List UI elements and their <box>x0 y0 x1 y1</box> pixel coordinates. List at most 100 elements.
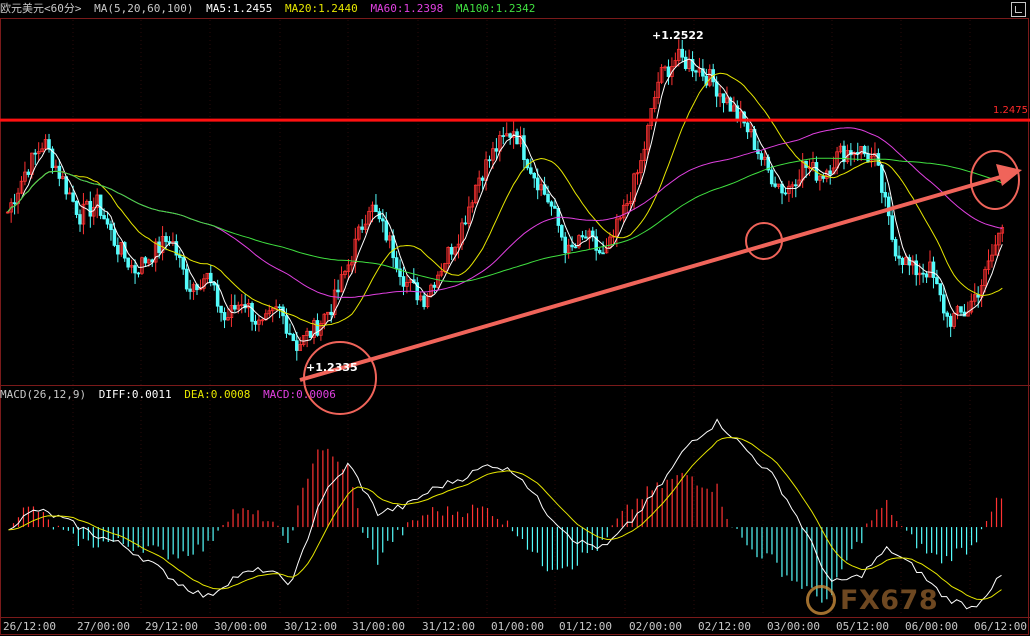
candle-body <box>360 226 364 230</box>
candle-body <box>143 257 148 264</box>
candle-body <box>291 333 296 342</box>
ma20-value: MA20:1.2440 <box>284 2 358 15</box>
candle-body <box>508 133 512 138</box>
candle-body <box>98 194 103 216</box>
candle-body <box>222 312 227 321</box>
candle-body <box>391 235 395 259</box>
candle-body <box>463 222 468 225</box>
candle-body <box>880 164 884 193</box>
candle-body <box>931 261 936 278</box>
candle-body <box>549 201 554 207</box>
macd-params-label: MACD(26,12,9) <box>0 388 87 401</box>
x-tick-5: 31/00:00 <box>352 620 405 633</box>
chart-canvas <box>0 18 1030 635</box>
candle-body <box>449 247 454 255</box>
candle-body <box>188 288 192 292</box>
diff-value: DIFF:0.0011 <box>98 388 172 401</box>
fx678-watermark: FX678 <box>806 583 938 617</box>
candle-body <box>563 236 568 254</box>
candle-body <box>683 56 688 69</box>
candle-body <box>900 257 905 265</box>
ma5-value: MA5:1.2455 <box>206 2 273 15</box>
high-price-label: +1.2522 <box>652 29 704 42</box>
candle-body <box>794 184 798 187</box>
candle-body <box>384 220 389 241</box>
candle-body <box>329 311 333 315</box>
candle-body <box>394 257 399 270</box>
candle-body <box>105 218 110 225</box>
candle-body <box>184 268 189 290</box>
candle-body <box>897 255 901 259</box>
candle-body <box>828 170 832 175</box>
candle-body <box>480 177 485 181</box>
candle-body <box>88 200 93 217</box>
candle-body <box>759 153 764 160</box>
resistance-level-label: 1.2475 <box>993 105 1028 116</box>
candle-body <box>941 294 946 314</box>
candle-body <box>109 223 113 231</box>
candle-body <box>580 235 585 238</box>
x-tick-13: 06/00:00 <box>905 620 958 633</box>
dea-value: DEA:0.0008 <box>184 388 251 401</box>
candle-body <box>883 192 888 198</box>
x-tick-12: 05/12:00 <box>836 620 889 633</box>
candle-body <box>126 257 130 268</box>
candle-body <box>959 306 963 313</box>
candle-body <box>515 131 519 145</box>
candle-body <box>570 244 574 248</box>
x-tick-3: 30/00:00 <box>214 620 267 633</box>
candle-body <box>250 302 254 322</box>
candle-body <box>116 245 120 255</box>
restore-window-icon[interactable] <box>1011 2 1026 17</box>
candle-body <box>133 265 137 274</box>
candle-body <box>277 306 282 309</box>
symbol-label[interactable]: 欧元美元<60分> <box>0 2 82 15</box>
candle-body <box>288 332 292 335</box>
diff-line <box>8 418 1002 610</box>
ma60-value: MA60:1.2398 <box>370 2 444 15</box>
candle-body <box>219 305 223 313</box>
low-price-label: +1.2335 <box>306 361 358 374</box>
ma-params-label: MA(5,20,60,100) <box>94 2 194 15</box>
candle-body <box>680 48 685 58</box>
candle-body <box>945 312 949 317</box>
candle-body <box>714 81 719 97</box>
candle-body <box>601 252 605 255</box>
dea-line <box>8 437 1002 601</box>
candle-body <box>773 183 777 187</box>
candle-body <box>33 152 38 155</box>
candle-body <box>886 196 891 217</box>
candle-body <box>532 172 537 179</box>
candle-body <box>432 284 437 288</box>
candle-body <box>233 305 237 310</box>
candle-body <box>666 66 671 77</box>
ma100-value: MA100:1.2342 <box>455 2 536 15</box>
candle-body <box>381 218 385 222</box>
candle-body <box>529 167 533 174</box>
candle-body <box>102 215 106 220</box>
candle-body <box>401 276 406 287</box>
macd-value: MACD:0.0006 <box>263 388 336 401</box>
candle-body <box>584 236 588 239</box>
candle-body <box>295 340 299 351</box>
watermark-text: FX678 <box>840 584 939 616</box>
macd-header: MACD(26,12,9) DIFF:0.0011 DEA:0.0008 MAC… <box>0 386 342 404</box>
candle-body <box>112 229 117 246</box>
candle-body <box>893 239 898 257</box>
candle-body <box>494 148 499 152</box>
candle-body <box>315 320 320 336</box>
candle-body <box>501 135 506 137</box>
candle-body <box>769 169 774 185</box>
x-tick-1: 27/00:00 <box>77 620 130 633</box>
candle-body <box>921 272 925 275</box>
candle-body <box>374 204 378 213</box>
x-tick-11: 03/00:00 <box>767 620 820 633</box>
candle-body <box>74 200 79 215</box>
candle-body <box>57 165 62 179</box>
candle-body <box>546 193 550 203</box>
candle-body <box>284 315 289 334</box>
candle-body <box>560 225 564 238</box>
candle-body <box>157 241 161 253</box>
candle-body <box>745 122 750 133</box>
candle-body <box>573 246 578 249</box>
